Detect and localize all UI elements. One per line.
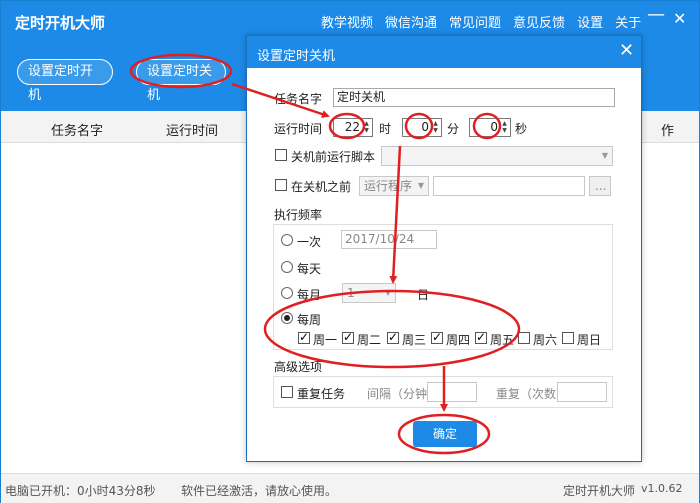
minute-unit: 分 bbox=[447, 122, 460, 136]
chevron-down-icon: ▼ bbox=[601, 151, 608, 160]
radio-once[interactable] bbox=[281, 234, 293, 246]
column-task-name[interactable]: 任务名字 bbox=[51, 120, 103, 139]
repeat-task-label: 重复任务 bbox=[297, 387, 346, 401]
weekday-label-mon: 周一 bbox=[313, 333, 338, 347]
monthly-label: 每月 bbox=[297, 288, 322, 302]
once-label: 一次 bbox=[297, 235, 322, 249]
task-name-label: 任务名字 bbox=[274, 92, 323, 106]
minute-spinner[interactable]: 0 ▲ ▼ bbox=[402, 118, 442, 137]
frequency-label: 执行频率 bbox=[274, 208, 323, 222]
activation-text: 软件已经激活，请放心使用。 bbox=[181, 484, 338, 498]
repeat-count-input[interactable] bbox=[557, 382, 607, 402]
daily-label: 每天 bbox=[297, 262, 322, 276]
app-title: 定时开机大师 bbox=[15, 14, 106, 32]
spinner-arrows-icon[interactable]: ▲ ▼ bbox=[362, 120, 371, 135]
radio-monthly[interactable] bbox=[281, 287, 293, 299]
pre-script-select[interactable]: ▼ bbox=[381, 146, 613, 166]
brand-text: 定时开机大师 bbox=[563, 484, 636, 498]
repeat-task-checkbox[interactable] bbox=[281, 386, 293, 398]
monthly-day-value: 1 bbox=[347, 286, 355, 300]
nav-tutorial-video[interactable]: 教学视频 bbox=[321, 12, 373, 31]
nav-wechat[interactable]: 微信沟通 bbox=[385, 12, 437, 31]
before-shutdown-checkbox[interactable] bbox=[275, 179, 287, 191]
nav-feedback[interactable]: 意见反馈 bbox=[513, 12, 565, 31]
ok-button[interactable]: 确定 bbox=[413, 421, 477, 447]
monthly-day-unit: 日 bbox=[417, 288, 430, 302]
run-program-select[interactable]: 运行程序 ▼ bbox=[359, 176, 429, 196]
weekday-checkbox-sat[interactable] bbox=[518, 332, 530, 344]
radio-daily[interactable] bbox=[281, 261, 293, 273]
weekday-checkbox-sun[interactable] bbox=[562, 332, 574, 344]
set-shutdown-button[interactable]: 设置定时关机 bbox=[136, 59, 226, 103]
spinner-arrows-icon[interactable]: ▲ ▼ bbox=[431, 120, 440, 135]
browse-button[interactable]: ... bbox=[589, 176, 611, 196]
once-date-input[interactable]: 2017/10/24 bbox=[341, 230, 437, 249]
program-path-input[interactable] bbox=[433, 176, 585, 196]
pre-script-label: 关机前运行脚本 bbox=[291, 150, 376, 164]
nav-settings[interactable]: 设置 bbox=[577, 12, 603, 31]
interval-input[interactable] bbox=[427, 382, 477, 402]
hour-unit: 时 bbox=[379, 122, 392, 136]
weekday-label-tue: 周二 bbox=[357, 333, 382, 347]
minute-value: 0 bbox=[421, 120, 429, 134]
before-shutdown-label: 在关机之前 bbox=[291, 180, 352, 194]
minimize-icon[interactable]: — bbox=[647, 4, 665, 25]
weekday-label-sun: 周日 bbox=[577, 333, 602, 347]
top-nav: 教学视频 微信沟通 常见问题 意见反馈 设置 关于 bbox=[321, 12, 641, 31]
hour-value: 22 bbox=[344, 120, 360, 134]
radio-weekly[interactable] bbox=[281, 312, 293, 324]
set-startup-button[interactable]: 设置定时开机 bbox=[17, 59, 113, 103]
weekday-checkbox-tue[interactable] bbox=[342, 330, 354, 344]
weekday-checkbox-wed[interactable] bbox=[387, 330, 399, 344]
weekday-checkbox-mon[interactable] bbox=[298, 330, 310, 344]
weekday-label-fri: 周五 bbox=[490, 333, 515, 347]
task-name-input[interactable]: 定时关机 bbox=[333, 88, 615, 107]
run-program-label: 运行程序 bbox=[364, 179, 413, 193]
close-icon[interactable]: ✕ bbox=[673, 9, 686, 28]
weekday-label-wed: 周三 bbox=[402, 333, 427, 347]
second-value: 0 bbox=[490, 120, 498, 134]
version-text: v1.0.62 bbox=[641, 482, 683, 495]
chevron-down-icon: ▼ bbox=[384, 288, 391, 297]
pre-script-checkbox[interactable] bbox=[275, 149, 287, 161]
advanced-label: 高级选项 bbox=[274, 360, 323, 374]
nav-about[interactable]: 关于 bbox=[615, 12, 641, 31]
uptime-text: 电脑已开机：0小时43分8秒 bbox=[5, 484, 156, 498]
weekday-checkbox-fri[interactable] bbox=[475, 330, 487, 344]
run-time-label: 运行时间 bbox=[274, 122, 323, 136]
column-run-time[interactable]: 运行时间 bbox=[166, 120, 218, 139]
weekday-label-thu: 周四 bbox=[446, 333, 471, 347]
dialog-close-icon[interactable]: ✕ bbox=[619, 40, 634, 61]
second-unit: 秒 bbox=[515, 122, 528, 136]
weekday-label-sat: 周六 bbox=[533, 333, 558, 347]
spinner-arrows-icon[interactable]: ▲ ▼ bbox=[500, 120, 509, 135]
column-operation[interactable]: 作 bbox=[661, 120, 674, 139]
nav-faq[interactable]: 常见问题 bbox=[449, 12, 501, 31]
second-spinner[interactable]: 0 ▲ ▼ bbox=[469, 118, 511, 137]
status-bar: 电脑已开机：0小时43分8秒 软件已经激活，请放心使用。 定时开机大师 v1.0… bbox=[1, 473, 699, 503]
chevron-down-icon: ▼ bbox=[417, 181, 424, 190]
hour-spinner[interactable]: 22 ▲ ▼ bbox=[333, 118, 373, 137]
dialog-title: 设置定时关机 bbox=[257, 49, 336, 64]
weekly-label: 每周 bbox=[297, 313, 322, 327]
shutdown-dialog: 设置定时关机 ✕ 任务名字 定时关机 运行时间 22 ▲ ▼ 时 0 ▲ ▼ 分 0… bbox=[246, 35, 642, 462]
monthly-day-select[interactable]: 1 ▼ bbox=[342, 283, 396, 303]
weekday-checkbox-thu[interactable] bbox=[431, 330, 443, 344]
dialog-title-bar: 设置定时关机 ✕ bbox=[247, 36, 641, 68]
